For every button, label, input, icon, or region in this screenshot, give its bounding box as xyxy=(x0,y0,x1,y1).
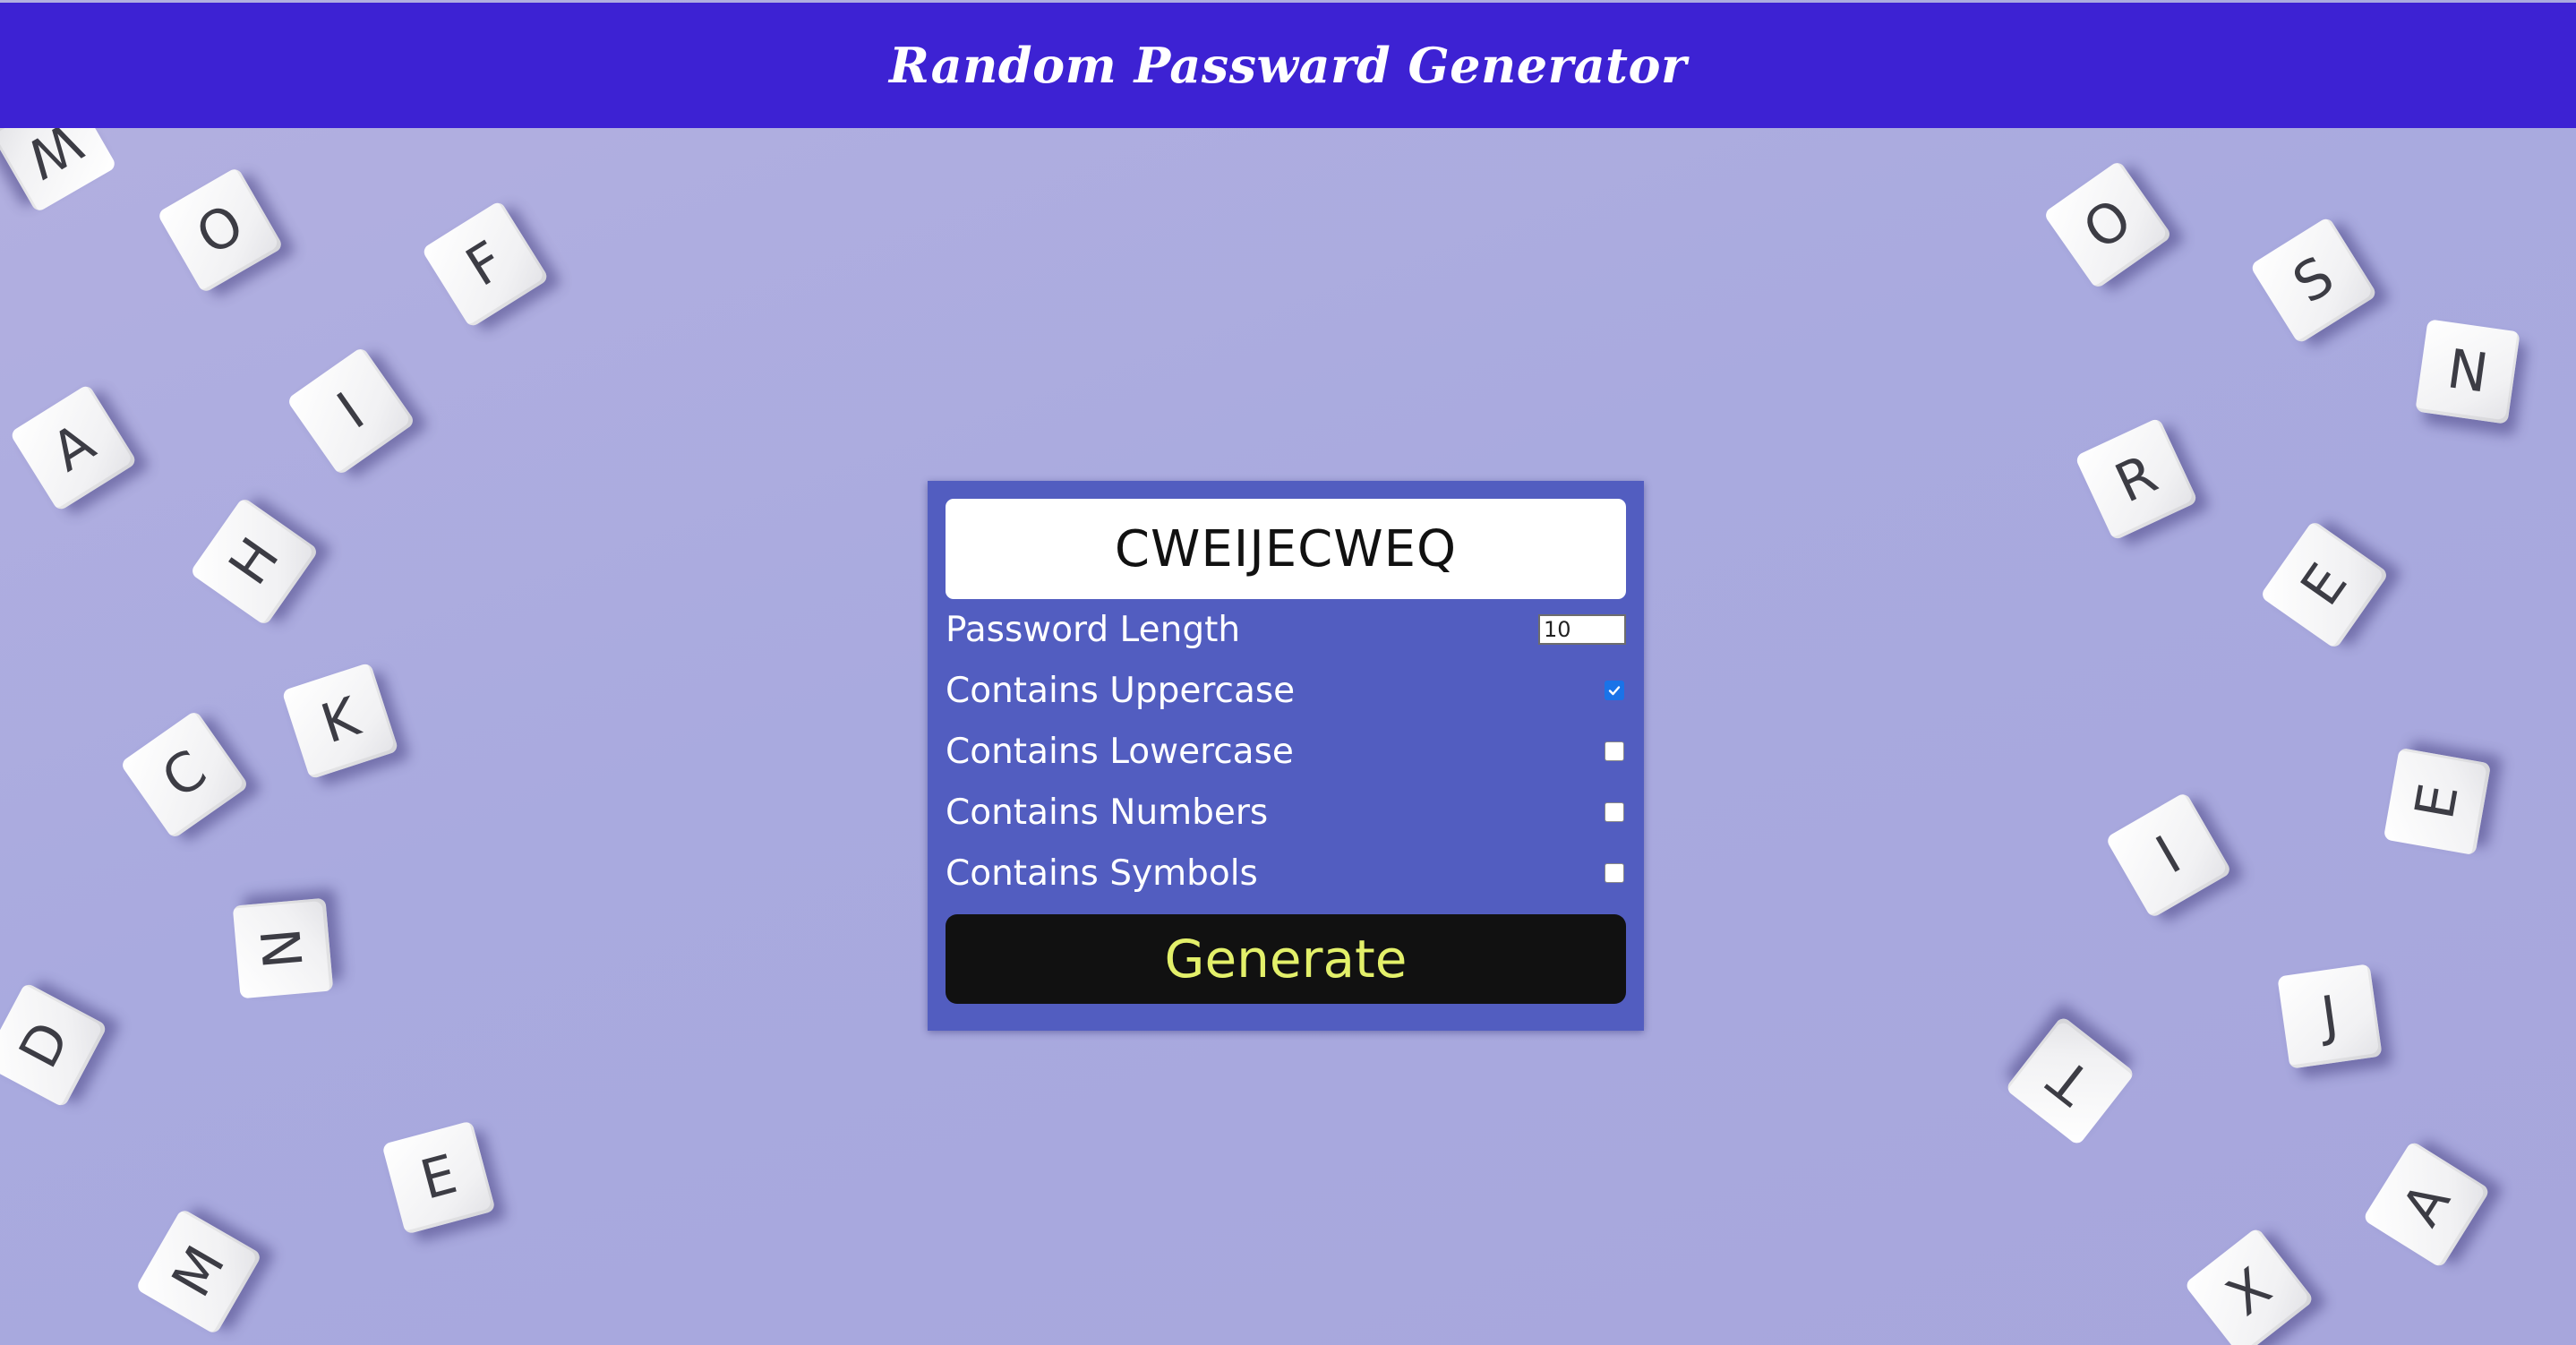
letter-tile: I xyxy=(286,346,416,476)
letter-tile: E xyxy=(381,1120,496,1235)
letter-tile: R xyxy=(2074,416,2199,542)
lowercase-checkbox[interactable] xyxy=(1605,741,1624,761)
letter-tile: I xyxy=(2104,791,2233,920)
letter-tile: N xyxy=(2415,319,2520,424)
letter-tile: N xyxy=(232,897,334,999)
letter-tile: J xyxy=(2277,964,2383,1069)
option-row-numbers: Contains Numbers xyxy=(946,782,1626,843)
letter-tile: E xyxy=(2259,519,2390,650)
numbers-checkbox[interactable] xyxy=(1605,802,1624,822)
password-length-input[interactable] xyxy=(1538,614,1626,645)
letter-tile: H xyxy=(189,496,320,627)
option-row-uppercase: Contains Uppercase xyxy=(946,660,1626,721)
option-label-lowercase: Contains Lowercase xyxy=(946,731,1294,772)
letter-tile: W xyxy=(0,128,118,214)
app-title: Random Passward Generator xyxy=(889,37,1687,94)
letter-tile: S xyxy=(2249,216,2378,345)
letter-tile: D xyxy=(0,981,108,1109)
password-length-label: Password Length xyxy=(946,609,1241,650)
option-label-symbols: Contains Symbols xyxy=(946,852,1258,894)
generate-button[interactable]: Generate xyxy=(946,914,1626,1004)
letter-tile: M xyxy=(134,1207,263,1336)
option-row-symbols: Contains Symbols xyxy=(946,843,1626,904)
letter-tile: O xyxy=(156,166,285,295)
letter-tile: O xyxy=(2042,159,2173,290)
uppercase-checkbox[interactable] xyxy=(1605,681,1624,700)
letter-tile: X xyxy=(2184,1227,2315,1345)
letter-tile: A xyxy=(9,383,138,512)
password-output[interactable]: CWEIJECWEQ xyxy=(946,499,1626,599)
letter-tile: F xyxy=(421,200,550,329)
letter-tile: A xyxy=(2362,1140,2491,1269)
letter-tile: K xyxy=(281,662,399,780)
symbols-checkbox[interactable] xyxy=(1605,863,1624,883)
password-length-row: Password Length xyxy=(946,599,1626,660)
checkmark-icon xyxy=(1608,686,1621,696)
option-row-lowercase: Contains Lowercase xyxy=(946,721,1626,782)
password-generator-card: CWEIJECWEQ Password Length Contains Uppe… xyxy=(928,481,1644,1031)
app-header: Random Passward Generator xyxy=(0,3,2576,128)
letter-tile: C xyxy=(119,709,250,840)
letter-tile: E xyxy=(2383,747,2492,856)
option-label-numbers: Contains Numbers xyxy=(946,792,1269,833)
letter-tile: T xyxy=(2005,1015,2135,1146)
option-label-uppercase: Contains Uppercase xyxy=(946,670,1296,711)
